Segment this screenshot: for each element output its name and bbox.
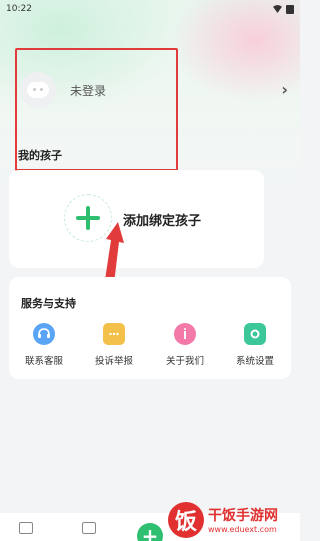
status-bar: 10:22 (0, 0, 300, 18)
home-tab-icon[interactable] (19, 522, 33, 534)
wifi-icon (273, 5, 282, 13)
watermark-text: 干饭手游网 www.eduext.com (208, 505, 278, 534)
service-item-label: 投诉举报 (94, 356, 133, 367)
chat-bubble-icon (103, 323, 125, 345)
service-item-report[interactable]: 投诉举报 (84, 323, 144, 367)
watermark-title: 干饭手游网 (208, 508, 278, 524)
annotation-highlight-box (15, 48, 178, 171)
service-item-label: 系统设置 (235, 356, 274, 367)
watermark-logo: 饭 (168, 501, 204, 538)
battery-icon (286, 4, 294, 14)
status-time: 10:22 (6, 4, 32, 14)
service-item-label: 联系客服 (24, 356, 63, 367)
watermark-url: www.eduext.com (208, 525, 277, 534)
watermark: 饭 干饭手游网 www.eduext.com (168, 498, 300, 541)
service-item-settings[interactable]: 系统设置 (225, 323, 285, 367)
info-icon (174, 323, 196, 345)
add-child-button[interactable] (64, 194, 112, 242)
status-icons (273, 4, 294, 14)
headset-icon (33, 323, 55, 345)
chevron-right-icon[interactable]: › (281, 80, 288, 99)
calendar-tab-icon[interactable] (82, 522, 96, 534)
service-item-about[interactable]: 关于我们 (155, 323, 215, 367)
service-title: 服务与支持 (21, 297, 76, 310)
add-child-label[interactable]: 添加绑定孩子 (123, 210, 201, 229)
plus-icon (76, 206, 100, 230)
service-item-contact[interactable]: 联系客服 (14, 323, 74, 367)
service-item-label: 关于我们 (165, 356, 204, 367)
gear-icon (244, 323, 266, 345)
